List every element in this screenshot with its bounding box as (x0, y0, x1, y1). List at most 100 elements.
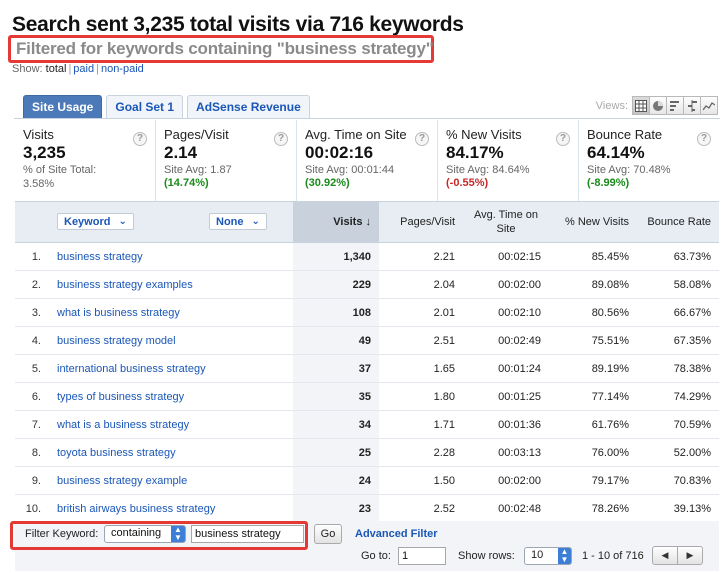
keyword-link[interactable]: what is a business strategy (57, 419, 189, 431)
table-row: 7. what is a business strategy 34 1.71 00:01… (15, 410, 719, 439)
metric-change: (14.74%) (164, 177, 209, 189)
metric-value: 3,235 (23, 143, 66, 162)
secondary-dimension-selector[interactable]: None ⌄ (209, 213, 267, 230)
keyword-link[interactable]: business strategy model (57, 335, 176, 347)
show-rows-value: 10 (531, 549, 544, 561)
table-row: 10. british airways business strategy 23 2.… (15, 494, 719, 523)
filter-keyword-label: Filter Keyword: (25, 528, 99, 540)
keyword-link[interactable]: international business strategy (57, 363, 206, 375)
show-total[interactable]: total (46, 63, 67, 75)
metric-change: (-8.99%) (587, 177, 630, 189)
metric-value: 64.14% (587, 143, 645, 162)
filter-subtitle: Filtered for keywords containing "busine… (16, 39, 434, 58)
keyword-link[interactable]: what is business strategy (57, 307, 180, 319)
table-row: 6. types of business strategy 35 1.80 00:01:… (15, 382, 719, 411)
metric-sub: Site Avg: 1.87 (164, 164, 232, 176)
show-paid-link[interactable]: paid (73, 63, 94, 75)
metric-pages-visit: Pages/Visit 2.14 Site Avg: 1.87 (14.74%)… (156, 120, 297, 201)
keyword-link[interactable]: business strategy (57, 251, 143, 263)
tab-site-usage[interactable]: Site Usage (23, 95, 103, 118)
show-segment-row: Show: total | paid | non-paid (12, 63, 144, 75)
chevron-down-icon: ⌄ (251, 216, 260, 227)
dimension-selector[interactable]: Keyword ⌄ (57, 213, 134, 230)
tab-goal-set-1[interactable]: Goal Set 1 (106, 95, 184, 118)
select-arrows-icon: ▲ ▼ (171, 526, 185, 542)
page-title: Search sent 3,235 total visits via 716 k… (12, 13, 464, 36)
show-rows-select[interactable]: 10 ▲ ▼ (524, 547, 572, 565)
prev-page-button[interactable]: ◀ (652, 546, 678, 565)
column-header-new-visits[interactable]: % New Visits (549, 201, 637, 243)
go-button[interactable]: Go (314, 524, 342, 544)
table-row: 2. business strategy examples 229 2.04 00:02… (15, 270, 719, 299)
metric-change: (-0.55%) (446, 177, 489, 189)
metric-new-visits: % New Visits 84.17% Site Avg: 84.64% (-0… (438, 120, 579, 201)
pagination-range: 1 - 10 of 716 (582, 550, 644, 562)
keyword-table: Keyword ⌄ None ⌄ Visits ↓ Pages/Visit Av… (15, 201, 719, 523)
dimension-header: Keyword ⌄ None ⌄ (47, 201, 293, 243)
column-header-avg-time[interactable]: Avg. Time on Site (463, 201, 549, 243)
pager: ◀ ▶ (652, 546, 703, 565)
metric-label: Visits (23, 127, 54, 142)
keyword-link[interactable]: business strategy examples (57, 279, 193, 291)
metric-sub: Site Avg: 00:01:44 (305, 164, 395, 176)
secondary-dimension-label: None (216, 215, 244, 228)
metrics-summary: Visits 3,235 % of Site Total: 3.58% ? Pa… (15, 120, 719, 201)
tab-divider (14, 118, 720, 119)
metric-sub-value: 3.58% (23, 178, 55, 190)
metric-label: Bounce Rate (587, 127, 663, 142)
show-label: Show: (12, 63, 43, 75)
comparison-view-icon[interactable] (683, 96, 701, 115)
advanced-filter-link[interactable]: Advanced Filter (355, 528, 438, 540)
rank-header (15, 201, 47, 243)
next-page-button[interactable]: ▶ (677, 546, 703, 565)
metric-label: Avg. Time on Site (305, 127, 407, 142)
filter-mode-select[interactable]: containing ▲ ▼ (104, 525, 186, 543)
select-arrows-icon: ▲ ▼ (558, 548, 571, 564)
metric-value: 00:02:16 (305, 143, 374, 162)
metric-change: (30.92%) (305, 177, 350, 189)
metric-bounce-rate: Bounce Rate 64.14% Site Avg: 70.48% (-8.… (579, 120, 719, 201)
dimension-label: Keyword (64, 215, 111, 228)
table-row: 1. business strategy 1,340 2.21 00:02:15 85.4… (15, 242, 719, 271)
metric-visits: Visits 3,235 % of Site Total: 3.58% ? (15, 120, 156, 201)
keyword-link[interactable]: toyota business strategy (57, 447, 176, 459)
filter-mode-value: containing (111, 527, 162, 539)
show-non-paid-link[interactable]: non-paid (101, 63, 144, 75)
metric-label: Pages/Visit (164, 127, 229, 142)
metric-sub: % of Site Total: (23, 164, 97, 176)
help-icon[interactable]: ? (274, 132, 288, 146)
table-row: 9. business strategy example 24 1.50 00:02:0… (15, 466, 719, 495)
filter-keyword-input[interactable] (191, 525, 304, 543)
table-header-row: Keyword ⌄ None ⌄ Visits ↓ Pages/Visit Av… (15, 201, 719, 243)
help-icon[interactable]: ? (133, 132, 147, 146)
column-header-pages-visit[interactable]: Pages/Visit (379, 201, 463, 243)
keyword-link[interactable]: types of business strategy (57, 391, 184, 403)
chevron-down-icon: ⌄ (118, 216, 127, 227)
metric-value: 2.14 (164, 143, 198, 162)
tab-adsense-revenue[interactable]: AdSense Revenue (187, 95, 310, 118)
goto-label: Go to: (361, 550, 391, 562)
trend-view-icon[interactable] (700, 96, 718, 115)
show-rows-label: Show rows: (458, 550, 515, 562)
goto-page-input[interactable] (398, 547, 446, 565)
help-icon[interactable]: ? (697, 132, 711, 146)
sort-arrow-icon: ↓ (365, 216, 372, 228)
help-icon[interactable]: ? (556, 132, 570, 146)
table-view-icon[interactable] (632, 96, 650, 115)
keyword-link[interactable]: british airways business strategy (57, 503, 215, 515)
view-switcher: Views: (596, 96, 718, 115)
pie-view-icon[interactable] (649, 96, 667, 115)
views-label: Views: (595, 99, 628, 112)
performance-view-icon[interactable] (666, 96, 684, 115)
metric-sub: Site Avg: 84.64% (446, 164, 530, 176)
help-icon[interactable]: ? (415, 132, 429, 146)
metric-label: % New Visits (446, 127, 522, 142)
metric-value: 84.17% (446, 143, 504, 162)
column-header-bounce-rate[interactable]: Bounce Rate (637, 201, 719, 243)
column-header-visits[interactable]: Visits ↓ (293, 201, 379, 243)
table-row: 8. toyota business strategy 25 2.28 00:03:13… (15, 438, 719, 467)
keyword-link[interactable]: business strategy example (57, 475, 187, 487)
metric-avg-time: Avg. Time on Site 00:02:16 Site Avg: 00:… (297, 120, 438, 201)
table-row: 5. international business strategy 37 1.65 0… (15, 354, 719, 383)
table-row: 4. business strategy model 49 2.51 00:02:49 7… (15, 326, 719, 355)
